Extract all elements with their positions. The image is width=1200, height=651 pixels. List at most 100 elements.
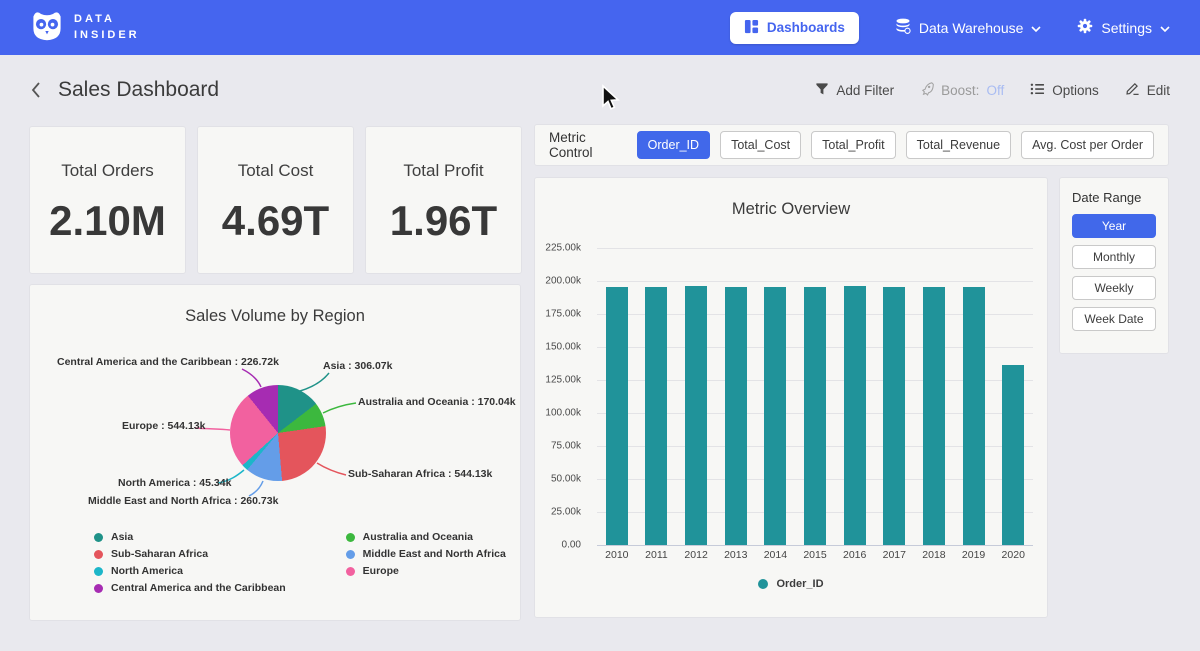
bar-legend-item-order-id[interactable]: Order_ID [758,578,823,590]
bar-slot [954,248,994,545]
legend-label: Europe [363,565,399,577]
legend-label: Order_ID [776,578,823,590]
kpi-value: 1.96T [390,197,497,245]
x-tick-label-2011: 2011 [637,549,677,561]
pie-callout-sub-saharan-africa: Sub-Saharan Africa : 544.13k [348,468,492,480]
bar-2012 [685,286,707,545]
kpi-label: Total Profit [403,161,483,181]
boost-label: Boost: [941,83,979,98]
metric-option-total-revenue[interactable]: Total_Revenue [906,131,1011,159]
pie-chart[interactable] [230,385,326,481]
bar-slot [716,248,756,545]
sales-volume-chart-card: Sales Volume by Region Central America a… [30,285,520,620]
legend-label: Central America and the Caribbean [111,582,286,594]
date-range-option-week-date[interactable]: Week Date [1072,307,1156,331]
pie-legend-item-australia-and-oceania[interactable]: Australia and Oceania [346,531,506,543]
kpi-card-total-cost: Total Cost 4.69T [198,127,353,273]
date-range-option-monthly[interactable]: Monthly [1072,245,1156,269]
x-tick-label-2014: 2014 [756,549,796,561]
pie-legend-item-middle-east-and-north-africa[interactable]: Middle East and North Africa [346,548,506,560]
pie-legend: Asia Sub-Saharan Africa North America Centr… [94,531,506,594]
settings-label: Settings [1101,20,1152,36]
boost-toggle[interactable]: Boost: Off [920,81,1004,99]
add-filter-button[interactable]: Add Filter [815,82,894,99]
bar-slot [993,248,1033,545]
pie-legend-item-central-america-and-the-caribbean[interactable]: Central America and the Caribbean [94,582,286,594]
back-button[interactable] [30,81,42,99]
y-tick-label: 150.00k [545,342,581,353]
x-tick-label-2020: 2020 [993,549,1033,561]
legend-label: North America [111,565,183,577]
pie-legend-item-north-america[interactable]: North America [94,565,286,577]
y-tick-label: 175.00k [545,308,581,319]
x-tick-label-2016: 2016 [835,549,875,561]
bar-slot [795,248,835,545]
metric-option-avg-cost-per-order[interactable]: Avg. Cost per Order [1021,131,1154,159]
pencil-icon [1125,81,1140,99]
dashboard-grid-icon [744,19,759,37]
pie-legend-item-europe[interactable]: Europe [346,565,506,577]
brand-line-1: DATA [74,12,140,28]
options-button[interactable]: Options [1030,82,1099,99]
dashboards-button[interactable]: Dashboards [730,12,859,44]
legend-label: Middle East and North Africa [363,548,506,560]
y-tick-label: 125.00k [545,374,581,385]
header-toolbar: Add Filter Boost: Off [815,81,1170,99]
pie-callout-australia-oceania: Australia and Oceania : 170.04k [358,396,516,408]
bar-2020 [1002,365,1024,545]
bar-2018 [923,287,945,545]
database-icon [895,18,911,37]
metric-option-total-profit[interactable]: Total_Profit [811,131,896,159]
pie-callout-asia: Asia : 306.07k [323,360,392,372]
y-tick-label: 0.00 [562,540,581,551]
kpi-value: 2.10M [49,197,166,245]
legend-dot-icon [94,584,103,593]
data-warehouse-menu[interactable]: Data Warehouse [895,18,1042,37]
pie-chart-title: Sales Volume by Region [30,307,520,326]
pie-legend-item-sub-saharan-africa[interactable]: Sub-Saharan Africa [94,548,286,560]
kpi-label: Total Cost [238,161,314,181]
x-tick-label-2015: 2015 [795,549,835,561]
date-range-option-year[interactable]: Year [1072,214,1156,238]
options-label: Options [1052,83,1099,98]
edit-button[interactable]: Edit [1125,81,1170,99]
data-warehouse-label: Data Warehouse [919,20,1024,36]
pie-callout-europe: Europe : 544.13k [122,420,205,432]
rocket-icon [920,81,934,99]
legend-label: Australia and Oceania [363,531,473,543]
brand-line-2: INSIDER [74,28,140,44]
chevron-down-icon [1160,20,1170,36]
kpi-label: Total Orders [61,161,154,181]
bar-2011 [645,287,667,545]
metric-option-total-cost[interactable]: Total_Cost [720,131,801,159]
pie-legend-col2: Australia and Oceania Middle East and Nor… [346,531,506,594]
x-tick-label-2012: 2012 [676,549,716,561]
pie-legend-item-asia[interactable]: Asia [94,531,286,543]
chevron-down-icon [1031,20,1041,36]
settings-menu[interactable]: Settings [1077,18,1170,37]
date-range-options: Year Monthly Weekly Week Date [1072,214,1156,331]
bar-2010 [606,287,628,545]
legend-dot-icon [346,567,355,576]
metric-option-order-id[interactable]: Order_ID [637,131,710,159]
legend-label: Asia [111,531,133,543]
bar-bars [597,248,1033,545]
list-options-icon [1030,82,1045,99]
x-tick-label-2017: 2017 [874,549,914,561]
y-tick-label: 225.00k [545,243,581,254]
metric-overview-chart-card: Metric Overview 225.00k200.00k175.00k150… [535,178,1047,617]
bar-slot [597,248,637,545]
date-range-panel: Date Range Year Monthly Weekly Week Date [1060,178,1168,353]
bar-2014 [764,287,786,545]
owl-logo-icon [30,8,64,47]
y-tick-label: 75.00k [551,441,581,452]
x-tick-label-2019: 2019 [954,549,994,561]
x-tick-label-2010: 2010 [597,549,637,561]
bar-slot [676,248,716,545]
y-tick-label: 200.00k [545,275,581,286]
metric-options: Order_ID Total_Cost Total_Profit Total_Reve… [637,131,1154,159]
pie-callout-middle-east-north-africa: Middle East and North Africa : 260.73k [88,495,278,507]
legend-dot-icon [94,533,103,542]
date-range-option-weekly[interactable]: Weekly [1072,276,1156,300]
date-range-label: Date Range [1072,190,1156,205]
